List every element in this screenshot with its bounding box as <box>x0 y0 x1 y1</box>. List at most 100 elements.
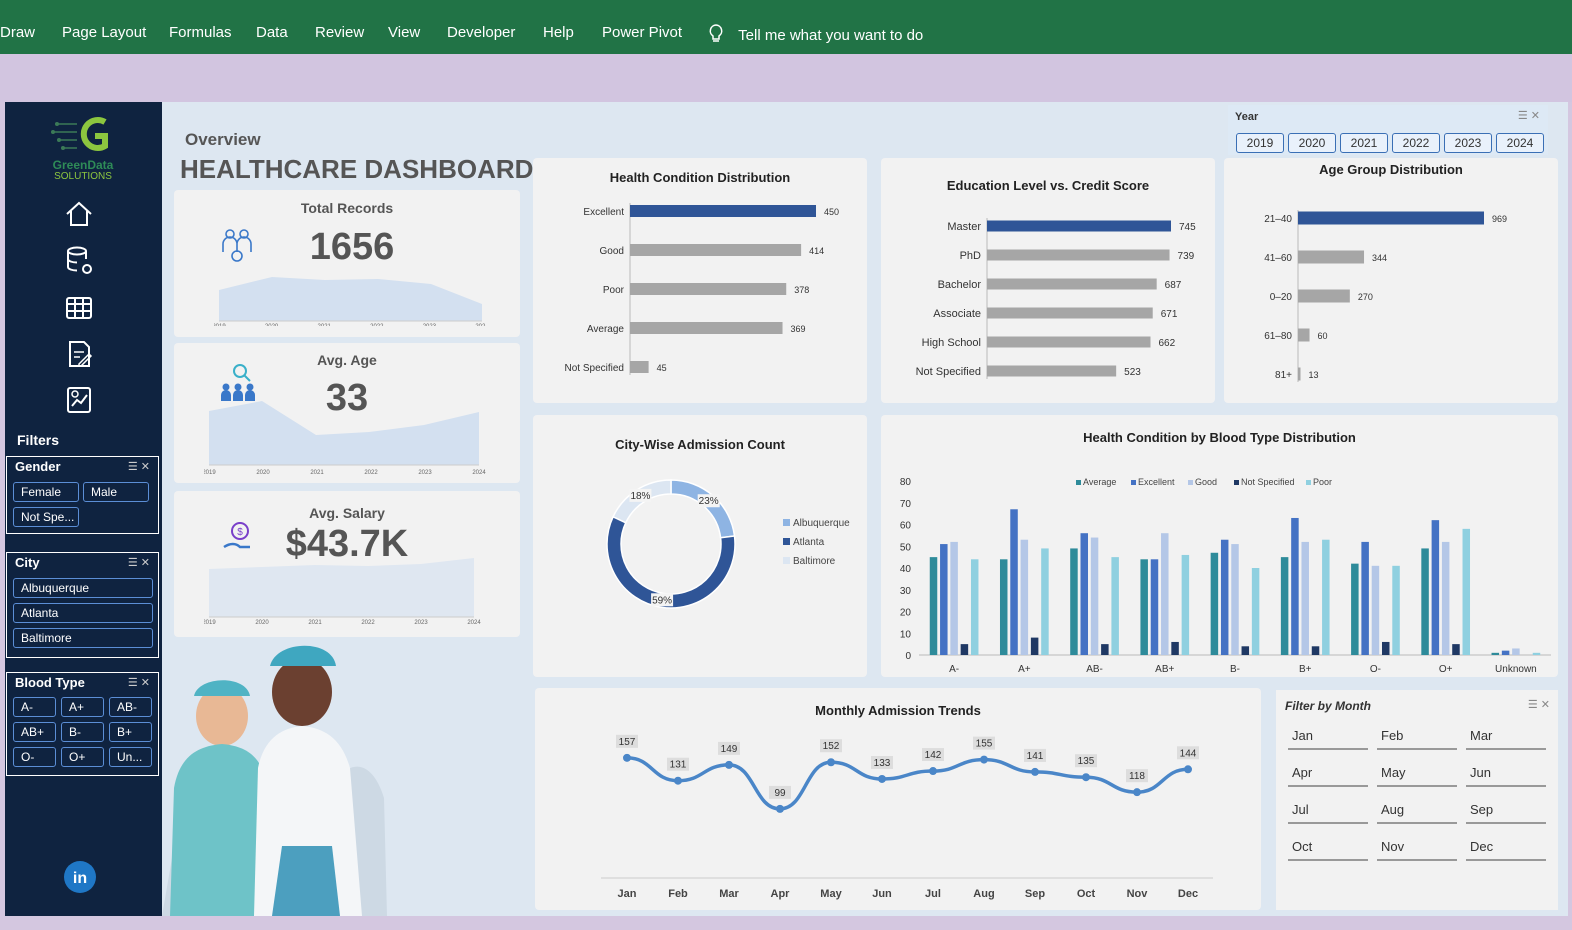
ribbon-tab-draw[interactable]: Draw <box>0 24 35 41</box>
trend-line <box>626 756 1189 811</box>
chart-title: Age Group Distribution <box>1319 162 1463 177</box>
blood-type-button[interactable]: AB- <box>109 697 152 717</box>
month-button[interactable]: Apr <box>1288 765 1368 787</box>
month-button[interactable]: Sep <box>1466 802 1546 824</box>
month-button[interactable]: Mar <box>1466 728 1546 750</box>
dashboard-title: HEALTHCARE DASHBOARD <box>180 154 534 184</box>
year-button[interactable]: 2022 <box>1392 133 1440 153</box>
month-button[interactable]: Nov <box>1377 839 1457 861</box>
report-chart-icon[interactable] <box>63 384 95 416</box>
month-button[interactable]: Jan <box>1288 728 1368 750</box>
city-baltimore-button[interactable]: Baltimore <box>13 628 153 648</box>
home-icon[interactable] <box>63 198 95 230</box>
x-tick-label: Jul <box>925 888 941 900</box>
x-tick-label: Feb <box>668 888 688 900</box>
chart-title: Monthly Admission Trends <box>815 703 981 718</box>
ribbon-tab-review[interactable]: Review <box>315 24 364 41</box>
city-slicer: City ☰ ✕ Albuquerque Atlanta Baltimore <box>6 552 159 658</box>
blood-type-button[interactable]: O+ <box>61 747 104 767</box>
year-button[interactable]: 2024 <box>1496 133 1544 153</box>
ribbon-tab-help[interactable]: Help <box>543 24 574 41</box>
blood-type-button[interactable]: B+ <box>109 722 152 742</box>
data-label: 45 <box>657 363 667 373</box>
category-label: PhD <box>960 250 981 262</box>
ribbon-tab-data[interactable]: Data <box>256 24 288 41</box>
data-point <box>1184 765 1192 774</box>
blood-type-button[interactable]: AB+ <box>13 722 56 742</box>
chart-title: Health Condition Distribution <box>609 170 791 185</box>
clear-filter-icon[interactable]: ☰ ✕ <box>1518 109 1540 122</box>
clear-filter-icon[interactable]: ☰ ✕ <box>128 676 150 689</box>
gender-slicer: Gender ☰ ✕ Female Male Not Spe... <box>6 456 159 534</box>
bar <box>1351 563 1359 655</box>
blood-type-button[interactable]: Un... <box>109 747 152 767</box>
data-label: 157 <box>619 737 636 748</box>
month-button[interactable]: Dec <box>1466 839 1546 861</box>
data-point <box>1082 773 1090 782</box>
database-settings-icon[interactable] <box>63 244 95 276</box>
bar <box>1512 648 1520 655</box>
data-label: 687 <box>1165 280 1182 291</box>
kpi-year-label: 2020 <box>255 620 269 626</box>
bar <box>1421 548 1429 655</box>
data-label: 369 <box>791 324 806 334</box>
data-point <box>725 760 733 769</box>
y-tick-label: 40 <box>900 564 912 575</box>
legend-label: Good <box>1195 477 1217 487</box>
city-atlanta-button[interactable]: Atlanta <box>13 603 153 623</box>
gender-male-button[interactable]: Male <box>83 482 149 502</box>
data-label: 13 <box>1308 370 1318 380</box>
tell-me-search[interactable]: Tell me what you want to do <box>708 24 923 44</box>
city-albuquerque-button[interactable]: Albuquerque <box>13 578 153 598</box>
kpi-year-label: 2023 <box>414 620 428 626</box>
kpi-year-label: 2020 <box>256 470 270 476</box>
y-tick-label: 60 <box>900 521 912 532</box>
clear-filter-icon[interactable]: ☰ ✕ <box>128 556 150 569</box>
month-button[interactable]: Aug <box>1377 802 1457 824</box>
ribbon-tab-power-pivot[interactable]: Power Pivot <box>602 24 682 41</box>
x-tick-label: Nov <box>1127 888 1149 900</box>
year-button[interactable]: 2021 <box>1340 133 1388 153</box>
ribbon-tab-page-layout[interactable]: Page Layout <box>62 24 146 41</box>
month-button[interactable]: May <box>1377 765 1457 787</box>
month-button[interactable]: Feb <box>1377 728 1457 750</box>
year-button[interactable]: 2020 <box>1288 133 1336 153</box>
bar <box>1231 544 1239 655</box>
formula-band <box>0 54 1572 102</box>
bar <box>950 541 958 655</box>
blood-type-button[interactable]: B- <box>61 722 104 742</box>
data-point <box>878 774 886 783</box>
linkedin-icon[interactable]: in <box>63 860 97 894</box>
gender-not-specified-button[interactable]: Not Spe... <box>13 507 79 527</box>
legend-swatch <box>783 519 790 526</box>
donut-slice <box>670 479 736 539</box>
year-button[interactable]: 2023 <box>1444 133 1492 153</box>
table-icon[interactable] <box>63 292 95 324</box>
year-button[interactable]: 2019 <box>1236 133 1284 153</box>
gender-female-button[interactable]: Female <box>13 482 79 502</box>
bar <box>630 244 802 256</box>
legend-swatch <box>1306 480 1311 485</box>
ribbon-tab-formulas[interactable]: Formulas <box>169 24 232 41</box>
ribbon-tab-developer[interactable]: Developer <box>447 24 515 41</box>
bar <box>987 278 1157 290</box>
x-tick-label: Apr <box>771 888 791 900</box>
data-label: 99 <box>774 788 786 799</box>
data-label: 739 <box>1178 251 1195 262</box>
kpi-year-label: 2022 <box>370 324 384 326</box>
clear-filter-icon[interactable]: ☰ ✕ <box>1528 698 1550 711</box>
data-label: 450 <box>824 207 839 217</box>
bar <box>970 559 979 655</box>
blood-type-button[interactable]: A+ <box>61 697 104 717</box>
month-slicer: Filter by Month ☰ ✕ Jan Feb Mar Apr May Jun Ju… <box>1276 690 1558 910</box>
edit-document-icon[interactable] <box>63 338 95 370</box>
blood-type-button[interactable]: O- <box>13 747 56 767</box>
month-button[interactable]: Jun <box>1466 765 1546 787</box>
data-point <box>1133 788 1141 797</box>
month-button[interactable]: Oct <box>1288 839 1368 861</box>
circuit-g-logo-icon <box>51 117 108 151</box>
month-button[interactable]: Jul <box>1288 802 1368 824</box>
blood-type-button[interactable]: A- <box>13 697 56 717</box>
clear-filter-icon[interactable]: ☰ ✕ <box>128 460 150 473</box>
ribbon-tab-view[interactable]: View <box>388 24 420 41</box>
